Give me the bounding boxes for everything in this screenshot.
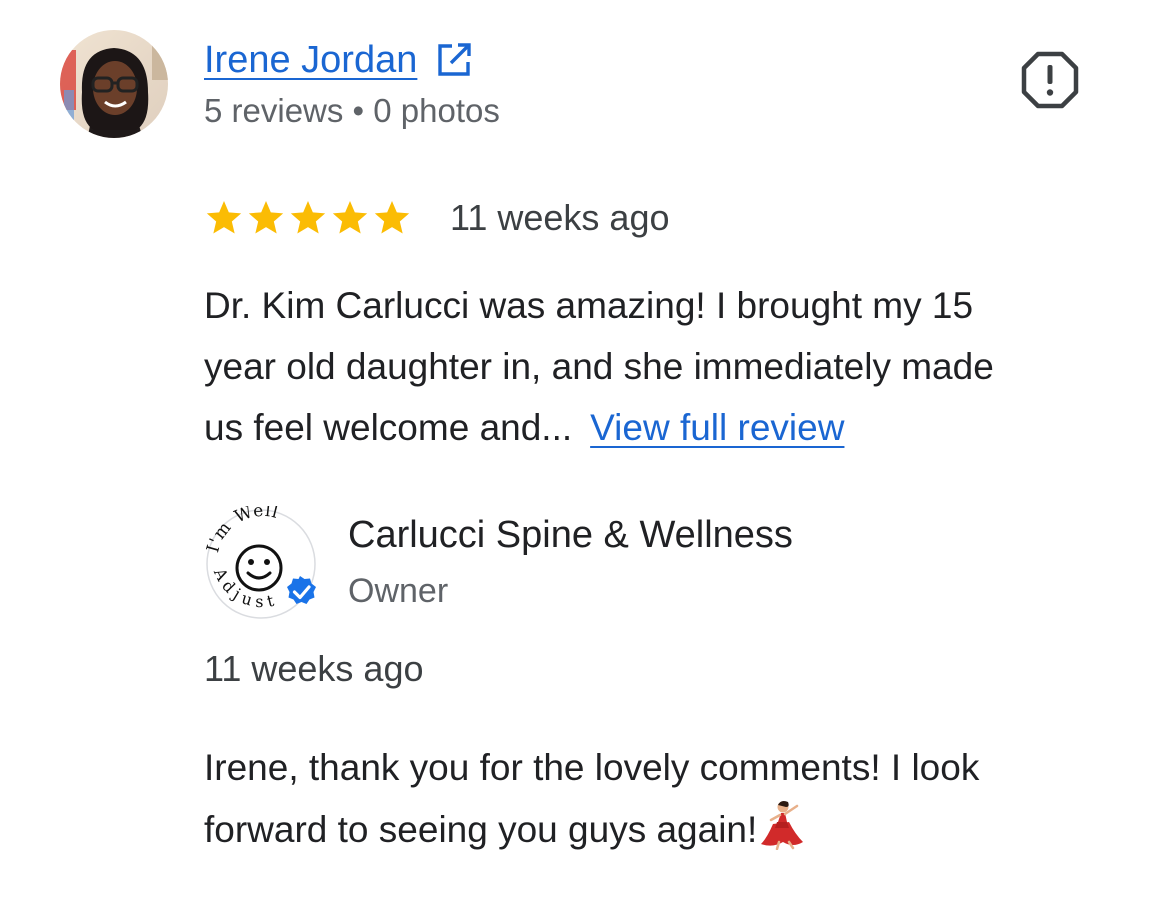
dancer-emoji-icon [761, 801, 804, 850]
owner-role-label: Owner [348, 572, 449, 610]
reviewer-stats: 5 reviews • 0 photos [204, 92, 500, 129]
star-icon [248, 201, 284, 234]
external-link-icon[interactable] [435, 41, 473, 79]
view-full-review-link[interactable]: View full review [590, 407, 844, 448]
reviewer-avatar[interactable] [60, 30, 168, 138]
star-icon [290, 201, 326, 234]
star-rating [204, 198, 414, 238]
report-flag-icon[interactable] [1020, 50, 1080, 110]
avatar-photo [60, 30, 168, 138]
reply-age: 11 weeks ago [204, 648, 424, 689]
review-text-truncated: us feel welcome and... [204, 407, 573, 448]
star-icon [332, 201, 368, 234]
review-text: Dr. Kim Carlucci was amazing! I brought … [204, 275, 1144, 458]
review-text-line: year old daughter in, and she immediatel… [204, 346, 994, 387]
star-icon [206, 201, 242, 234]
reply-text-line-last: forward to seeing you guys again! [204, 798, 1144, 860]
owner-logo: I'm Well Adjust [203, 506, 316, 619]
review-age: 11 weeks ago [450, 197, 670, 238]
review-text-line: Dr. Kim Carlucci was amazing! I brought … [204, 285, 974, 326]
owner-business-name: Carlucci Spine & Wellness [348, 514, 793, 556]
review-text-line-last: us feel welcome and... View full review [204, 397, 1144, 458]
owner-reply-text: Irene, thank you for the lovely comments… [204, 737, 1144, 860]
star-icon [374, 201, 410, 234]
rating-row: 11 weeks ago [204, 193, 669, 243]
reply-text-line: forward to seeing you guys again! [204, 809, 758, 850]
reviewer-name-link[interactable]: Irene Jordan [204, 39, 417, 82]
reviewer-header: Irene Jordan [204, 34, 473, 86]
reply-text-line: Irene, thank you for the lovely comments… [204, 747, 980, 788]
